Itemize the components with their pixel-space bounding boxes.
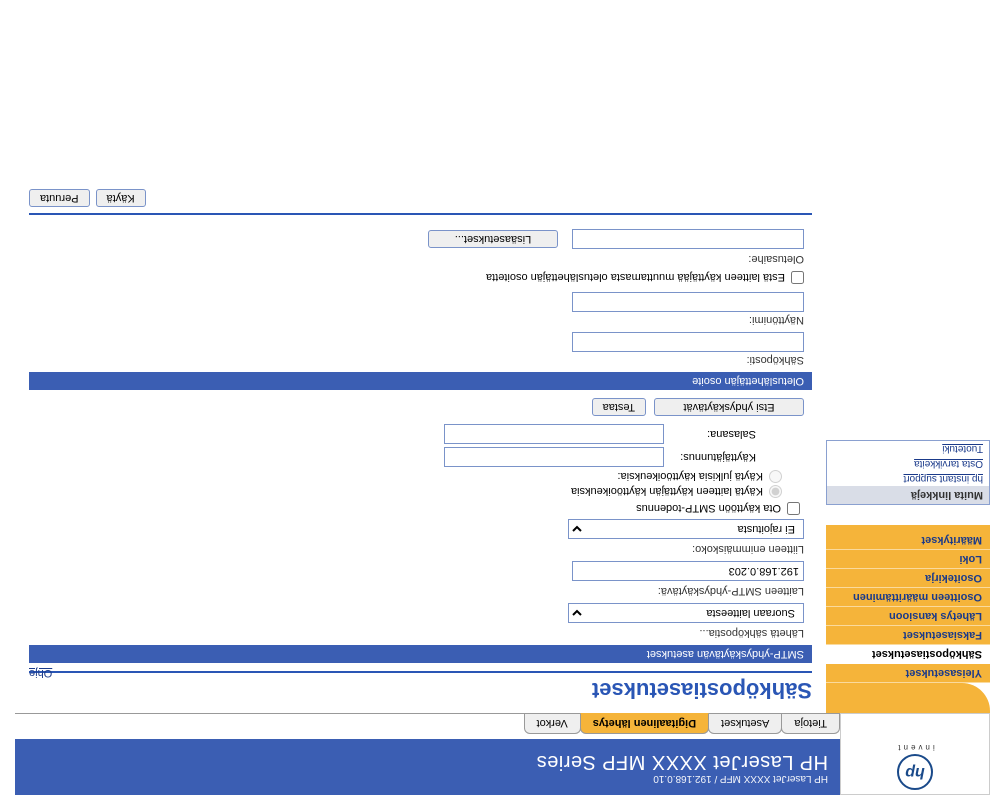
use-public-creds-radio[interactable] — [769, 470, 782, 483]
default-subject-input[interactable] — [572, 229, 804, 249]
advanced-button[interactable]: Lisäasetukset... — [428, 230, 558, 248]
username-input[interactable] — [444, 447, 664, 467]
use-public-creds-label: Käytä julkisia käyttöoikeuksia: — [617, 471, 763, 483]
enable-smtp-auth-label: Ota käyttöön SMTP-todennus — [636, 503, 781, 515]
password-input[interactable] — [444, 424, 664, 444]
gateway-input[interactable] — [572, 561, 804, 581]
tab-digital-sending[interactable]: Digitaalinen lähetys — [580, 713, 709, 734]
sidebar-item-log[interactable]: Loki — [826, 550, 990, 569]
from-display-label: Näyttönimi: — [29, 314, 804, 326]
sidebar-item-addressing[interactable]: Osoitteen määrittäminen — [826, 588, 990, 607]
link-shop-supplies[interactable]: Osta tarvikkeita — [827, 456, 989, 471]
smtp-section-bar: SMTP-yhdyskäytävän asetukset — [29, 645, 812, 663]
hp-logo-icon: hp — [897, 754, 933, 790]
from-display-input[interactable] — [572, 292, 804, 312]
link-instant-support[interactable]: hp instant support — [827, 471, 989, 486]
product-title: HP LaserJet XXXX MFP Series — [15, 750, 828, 773]
breadcrumb: HP LaserJet XXXX MFP / 192.168.0.10 — [15, 773, 828, 784]
tab-row: Tietoja Asetukset Digitaalinen lähetys V… — [15, 713, 990, 739]
sidebar-item-preferences[interactable]: Määritykset — [826, 531, 990, 550]
use-device-creds-radio[interactable] — [769, 485, 782, 498]
apply-button[interactable]: Käytä — [96, 189, 146, 207]
from-email-input[interactable] — [572, 332, 804, 352]
other-links-header: Muita linkkejä — [827, 486, 989, 504]
find-gateways-button[interactable]: Etsi yhdyskäytävät — [654, 398, 804, 416]
sidebar-item-fax[interactable]: Faksiasetukset — [826, 626, 990, 645]
max-attach-label: Liitteen enimmäiskoko: — [29, 543, 804, 555]
page-title: Sähköpostiasetukset — [29, 677, 812, 703]
max-attach-select[interactable]: Ei rajoitusta — [568, 519, 804, 539]
test-button[interactable]: Testaa — [592, 398, 646, 416]
link-product-support[interactable]: Tuotetuki — [827, 441, 989, 456]
password-label: Salasana: — [670, 428, 756, 440]
help-link[interactable]: Ohje — [29, 667, 52, 679]
gateway-label: Laitteen SMTP-yhdyskäytävä: — [29, 585, 804, 597]
username-label: Käyttäjätunnus: — [670, 451, 756, 463]
hp-logo-area: hp invent — [840, 739, 990, 795]
prevent-change-checkbox[interactable] — [791, 271, 804, 284]
prevent-change-label: Estä laitteen käyttäjää muuttamasta olet… — [486, 272, 785, 284]
sidebar-item-email-settings[interactable]: Sähköpostiasetukset — [826, 645, 990, 664]
send-via-select[interactable]: Suoraan laitteesta — [568, 603, 804, 623]
default-subject-label: Oletusaihe: — [29, 253, 804, 265]
tab-networking[interactable]: Verkot — [524, 714, 581, 734]
sidebar-item-general[interactable]: Yleisasetukset — [826, 664, 990, 683]
sidebar-item-send-folder[interactable]: Lähetys kansioon — [826, 607, 990, 626]
enable-smtp-auth-checkbox[interactable] — [787, 502, 800, 515]
tab-settings[interactable]: Asetukset — [708, 714, 782, 734]
send-via-label: Lähetä sähköpostia... — [29, 627, 804, 639]
title-banner: HP LaserJet XXXX MFP / 192.168.0.10 HP L… — [15, 739, 840, 795]
from-email-label: Sähköposti: — [29, 354, 804, 366]
default-from-section-bar: Oletuslähettäjän osoite — [29, 372, 812, 390]
main-panel: Sähköpostiasetukset Ohje SMTP-yhdyskäytä… — [15, 10, 826, 713]
use-device-creds-label: Käytä laitteen käyttäjän käyttöoikeuksia — [571, 486, 763, 498]
sidebar-item-address-book[interactable]: Osoitekirja — [826, 569, 990, 588]
header: hp invent HP LaserJet XXXX MFP / 192.168… — [15, 739, 990, 795]
other-links-box: Muita linkkejä hp instant support Osta t… — [826, 440, 990, 505]
sidebar: Yleisasetukset Sähköpostiasetukset Faksi… — [826, 10, 990, 713]
tab-info[interactable]: Tietoja — [781, 714, 840, 734]
cancel-button[interactable]: Peruuta — [29, 189, 90, 207]
hp-invent-text: invent — [895, 743, 934, 752]
